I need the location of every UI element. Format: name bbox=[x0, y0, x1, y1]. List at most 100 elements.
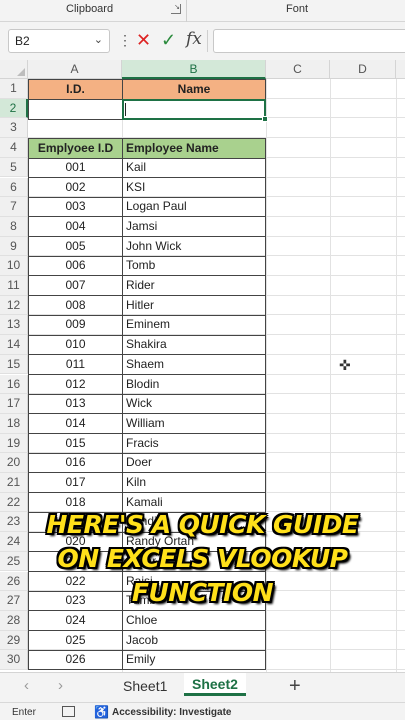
employee-name-cell[interactable]: William bbox=[122, 413, 266, 435]
row-header[interactable]: 29 bbox=[0, 630, 28, 651]
row-header[interactable]: 14 bbox=[0, 335, 28, 355]
clipboard-dialog-launcher-icon[interactable]: ↘ bbox=[171, 4, 181, 14]
employee-name-cell[interactable]: Shakira bbox=[122, 335, 266, 356]
employee-name-cell[interactable]: Jamsi bbox=[122, 216, 266, 238]
employee-name-cell[interactable]: Tomb bbox=[122, 256, 266, 277]
scroll-tabs-left-icon[interactable]: ‹ bbox=[24, 677, 29, 694]
employee-name-cell[interactable]: Doer bbox=[122, 453, 266, 474]
fill-handle[interactable] bbox=[262, 116, 268, 122]
lookup-id-header[interactable]: I.D. bbox=[28, 79, 123, 100]
column-header-d[interactable]: D bbox=[330, 60, 396, 79]
row-header[interactable]: 1 bbox=[0, 79, 28, 99]
row-header[interactable]: 18 bbox=[0, 413, 28, 434]
row-header[interactable]: 19 bbox=[0, 433, 28, 454]
employee-id-cell[interactable]: 008 bbox=[28, 295, 123, 316]
row-header[interactable]: 9 bbox=[0, 236, 28, 257]
employee-id-cell[interactable]: 017 bbox=[28, 473, 123, 494]
column-header-a[interactable]: A bbox=[28, 60, 122, 79]
add-sheet-button[interactable]: + bbox=[289, 675, 301, 698]
row-header[interactable]: 26 bbox=[0, 571, 28, 592]
employee-name-cell[interactable]: Shaem bbox=[122, 354, 266, 375]
employee-name-cell[interactable]: Kail bbox=[122, 157, 266, 178]
more-options-icon[interactable]: ⋮ bbox=[118, 33, 132, 47]
formula-input[interactable] bbox=[213, 29, 405, 53]
row-header[interactable]: 6 bbox=[0, 177, 28, 198]
accessibility-status[interactable]: Accessibility: Investigate bbox=[112, 707, 232, 718]
row-header[interactable]: 10 bbox=[0, 256, 28, 276]
row-header[interactable]: 23 bbox=[0, 512, 28, 533]
cancel-icon[interactable]: ✕ bbox=[136, 30, 151, 50]
employee-name-cell[interactable]: Blodin bbox=[122, 374, 266, 395]
employee-name-cell[interactable]: Logan Paul bbox=[122, 197, 266, 218]
row-header[interactable]: 13 bbox=[0, 315, 28, 336]
accessibility-icon[interactable]: ♿ bbox=[94, 705, 109, 719]
column-header-e[interactable] bbox=[396, 60, 405, 79]
employee-name-cell[interactable]: Wick bbox=[122, 394, 266, 415]
employee-name-cell[interactable]: Kiln bbox=[122, 473, 266, 494]
employee-name-cell[interactable]: Jacob bbox=[122, 630, 266, 651]
row-header[interactable]: 15 bbox=[0, 354, 28, 375]
employee-id-cell[interactable]: 012 bbox=[28, 374, 123, 395]
row-header[interactable]: 30 bbox=[0, 650, 28, 670]
row-header[interactable]: 7 bbox=[0, 197, 28, 217]
employee-id-cell[interactable]: 003 bbox=[28, 197, 123, 218]
row-header[interactable]: 17 bbox=[0, 394, 28, 414]
employee-id-cell[interactable]: 009 bbox=[28, 315, 123, 336]
row-header[interactable]: 3 bbox=[0, 118, 28, 139]
row-header[interactable]: 20 bbox=[0, 453, 28, 473]
tab-sheet2[interactable]: Sheet2 bbox=[184, 673, 246, 696]
row-header[interactable]: 25 bbox=[0, 551, 28, 572]
tab-sheet1[interactable]: Sheet1 bbox=[123, 678, 167, 694]
row-header[interactable]: 11 bbox=[0, 276, 28, 296]
select-all-button[interactable] bbox=[0, 60, 28, 79]
employee-name-cell[interactable]: KSI bbox=[122, 177, 266, 198]
employee-id-cell[interactable]: 004 bbox=[28, 216, 123, 238]
row-header[interactable]: 16 bbox=[0, 374, 28, 395]
row-header[interactable]: 22 bbox=[0, 492, 28, 513]
row-header[interactable]: 12 bbox=[0, 295, 28, 316]
employee-id-cell[interactable]: 001 bbox=[28, 157, 123, 178]
column-header-b[interactable]: B bbox=[122, 60, 266, 79]
row-header[interactable]: 28 bbox=[0, 610, 28, 631]
employee-name-header[interactable]: Employee Name bbox=[122, 138, 266, 159]
employee-id-cell[interactable]: 016 bbox=[28, 453, 123, 474]
employee-name-cell[interactable]: Emily bbox=[122, 650, 266, 671]
employee-name-cell[interactable]: Rider bbox=[122, 276, 266, 297]
insert-function-button[interactable]: fx bbox=[186, 29, 202, 49]
employee-id-cell[interactable]: 011 bbox=[28, 354, 123, 375]
enter-check-icon[interactable]: ✓ bbox=[161, 30, 176, 50]
employee-name-cell[interactable]: Chloe bbox=[122, 610, 266, 632]
employee-name-cell[interactable]: Fracis bbox=[122, 433, 266, 454]
employee-id-cell[interactable]: 025 bbox=[28, 630, 123, 651]
employee-id-cell[interactable]: 013 bbox=[28, 394, 123, 415]
employee-id-cell[interactable]: 024 bbox=[28, 610, 123, 632]
column-header-c[interactable]: C bbox=[266, 60, 330, 79]
row-header[interactable]: 8 bbox=[0, 216, 28, 237]
employee-id-cell[interactable]: 007 bbox=[28, 276, 123, 297]
chevron-down-icon[interactable]: ⌄ bbox=[94, 33, 103, 46]
employee-id-header[interactable]: Emplyoee I.D bbox=[28, 138, 123, 159]
macro-recording-icon[interactable] bbox=[62, 706, 75, 717]
employee-id-cell[interactable]: 010 bbox=[28, 335, 123, 356]
scroll-tabs-right-icon[interactable]: › bbox=[58, 677, 63, 694]
lookup-name-header[interactable]: Name bbox=[122, 79, 266, 100]
row-header[interactable]: 24 bbox=[0, 532, 28, 552]
lookup-name-result-cell[interactable] bbox=[122, 99, 266, 120]
row-header[interactable]: 21 bbox=[0, 473, 28, 493]
employee-name-cell[interactable]: Eminem bbox=[122, 315, 266, 336]
employee-id-cell[interactable]: 005 bbox=[28, 236, 123, 257]
lookup-id-input-cell[interactable] bbox=[28, 99, 123, 120]
employee-id-cell[interactable]: 002 bbox=[28, 177, 123, 198]
row-header[interactable]: 4 bbox=[0, 138, 28, 158]
row-header[interactable]: 27 bbox=[0, 591, 28, 611]
employee-id-cell[interactable]: 026 bbox=[28, 650, 123, 671]
employee-id-cell[interactable]: 014 bbox=[28, 413, 123, 435]
row-header[interactable]: 2 bbox=[0, 98, 28, 119]
employee-id-cell[interactable]: 006 bbox=[28, 256, 123, 277]
row-header[interactable]: 5 bbox=[0, 157, 28, 178]
employee-id-cell[interactable]: 015 bbox=[28, 433, 123, 454]
employee-name-cell[interactable]: John Wick bbox=[122, 236, 266, 257]
employee-name-cell[interactable]: Hitler bbox=[122, 295, 266, 316]
name-box[interactable]: B2 ⌄ bbox=[8, 29, 110, 53]
caption-line-1: HERE'S A QUICK GUIDE bbox=[46, 510, 359, 539]
